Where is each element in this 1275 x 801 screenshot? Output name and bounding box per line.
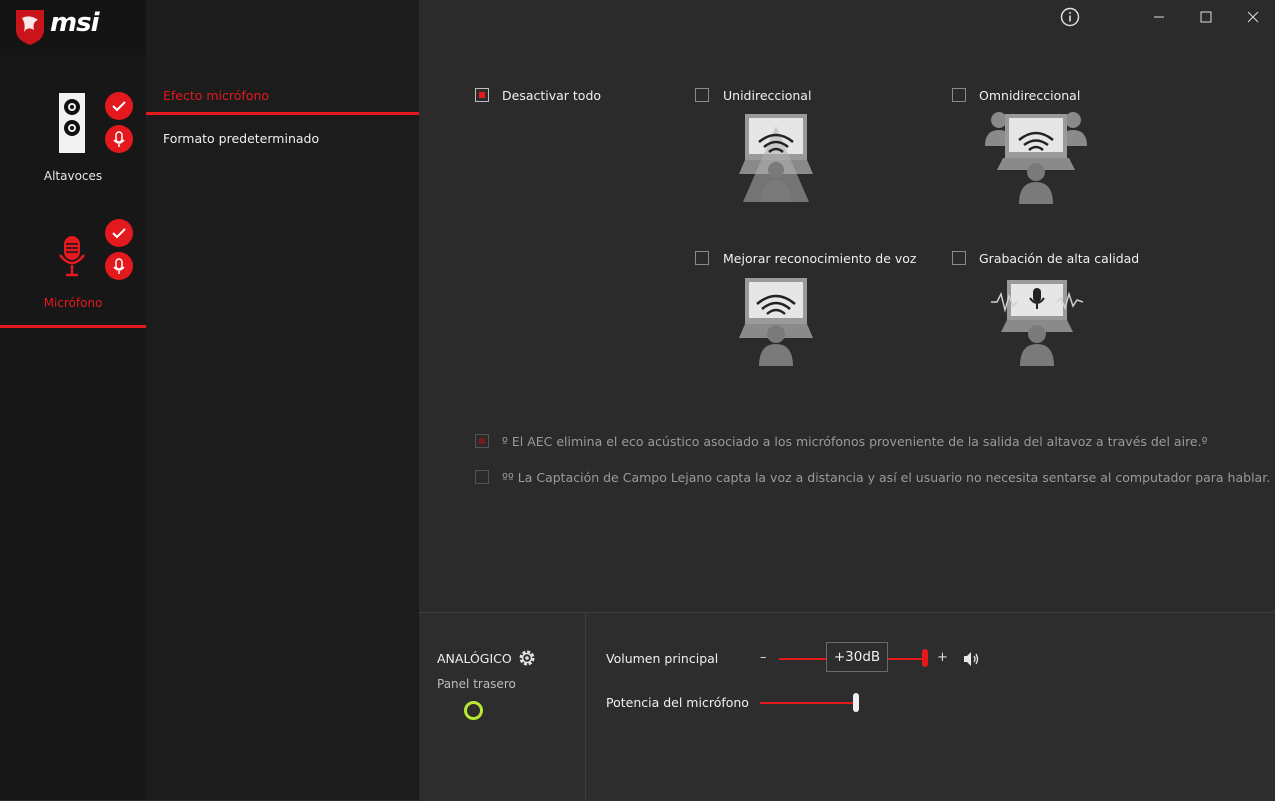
unidirectional-checkbox[interactable] <box>695 88 709 102</box>
analog-title: ANALÓGICO <box>437 651 512 666</box>
device-microphone[interactable]: Micrófono <box>0 215 146 325</box>
main-volume-label: Volumen principal <box>606 651 719 666</box>
mic-small-icon <box>113 131 125 147</box>
mic-boost-slider-thumb[interactable] <box>853 693 859 712</box>
device-speakers[interactable]: Altavoces <box>0 80 146 190</box>
voice-recognition-label: Mejorar reconocimiento de voz <box>723 251 917 266</box>
mic-check-badge[interactable] <box>105 219 133 247</box>
volume-plus-button[interactable]: + <box>937 650 948 665</box>
submenu-active-indicator <box>146 112 419 115</box>
omnidirectional-checkbox[interactable] <box>952 88 966 102</box>
check-icon <box>112 101 126 112</box>
disable-all-label: Desactivar todo <box>502 88 602 103</box>
submenu-item-mic-effect[interactable]: Efecto micrófono <box>163 88 269 103</box>
unidirectional-illustration <box>739 114 813 202</box>
check-icon <box>112 228 126 239</box>
speaker-icon <box>59 93 85 153</box>
brand-name: msi <box>50 8 99 38</box>
info-icon[interactable] <box>1060 7 1080 27</box>
gear-icon[interactable] <box>517 648 537 668</box>
disable-all-checkbox[interactable] <box>475 88 489 102</box>
rear-panel-jack-icon[interactable] <box>464 701 483 720</box>
aec-note: º El AEC elimina el eco acústico asociad… <box>502 434 1208 449</box>
minimize-icon[interactable] <box>1152 10 1166 24</box>
mic-mic-badge[interactable] <box>105 252 133 280</box>
msi-logo: msi <box>0 0 146 55</box>
mic-small-icon <box>113 258 125 274</box>
device-label-speakers: Altavoces <box>43 169 103 183</box>
device-sidebar: msi Altavoces Micrófono <box>0 0 146 800</box>
device-label-microphone: Micrófono <box>43 296 103 310</box>
close-icon[interactable] <box>1246 10 1260 24</box>
main-panel: Desactivar todo Unidireccional Omnidirec… <box>419 0 1275 612</box>
voice-recognition-illustration <box>739 278 813 366</box>
mic-boost-label: Potencia del micrófono <box>606 695 749 710</box>
device-active-indicator <box>0 325 146 328</box>
aec-checkbox[interactable] <box>475 434 489 448</box>
far-field-checkbox[interactable] <box>475 470 489 484</box>
microphone-icon <box>59 236 85 277</box>
maximize-icon[interactable] <box>1199 10 1213 24</box>
mic-boost-slider-track[interactable] <box>760 702 856 704</box>
analog-subtitle: Panel trasero <box>437 677 516 691</box>
unidirectional-label: Unidireccional <box>723 88 812 103</box>
omnidirectional-illustration <box>985 112 1087 204</box>
volume-minus-button[interactable]: – <box>760 650 767 665</box>
speaker-volume-icon[interactable] <box>963 651 981 667</box>
submenu-item-default-format[interactable]: Formato predeterminado <box>163 131 319 146</box>
hq-recording-illustration <box>991 280 1084 366</box>
omnidirectional-label: Omnidireccional <box>979 88 1081 103</box>
voice-recognition-checkbox[interactable] <box>695 251 709 265</box>
hq-recording-checkbox[interactable] <box>952 251 966 265</box>
volume-value-tooltip: +30dB <box>826 642 888 672</box>
bottom-panel: ANALÓGICO Panel trasero Volumen principa… <box>419 612 1275 801</box>
submenu-column: Efecto micrófono Formato predeterminado <box>146 0 419 800</box>
volume-slider-thumb[interactable] <box>922 649 928 667</box>
hq-recording-label: Grabación de alta calidad <box>979 251 1140 266</box>
speakers-mic-badge[interactable] <box>105 125 133 153</box>
msi-dragon-icon <box>16 10 44 45</box>
far-field-note: ºº La Captación de Campo Lejano capta la… <box>502 470 1271 485</box>
speakers-check-badge[interactable] <box>105 92 133 120</box>
analog-section: ANALÓGICO Panel trasero <box>419 613 586 801</box>
